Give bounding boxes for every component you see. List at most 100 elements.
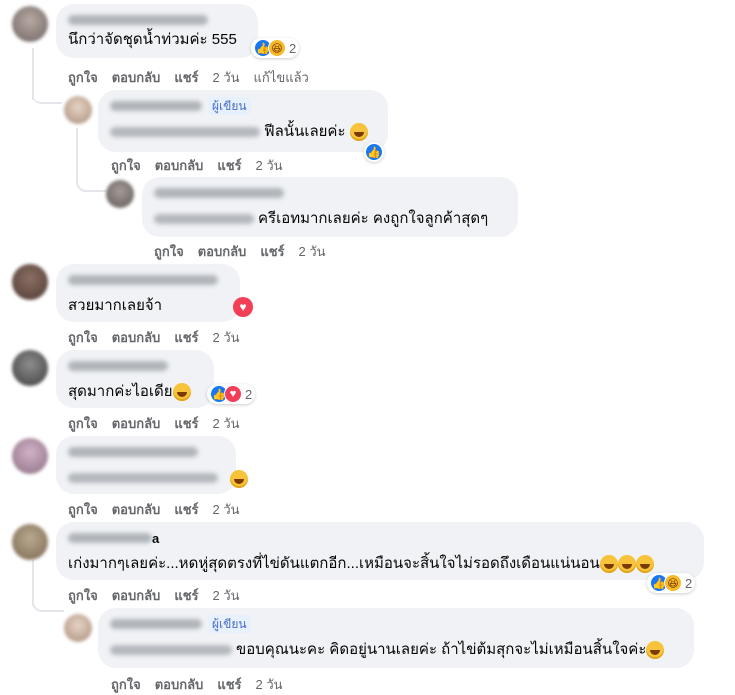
edited-label[interactable]: แก้ไขแล้ว: [254, 67, 309, 88]
mention-tag[interactable]: [110, 645, 232, 656]
like-button[interactable]: ถูกใจ: [111, 155, 141, 176]
joy-emoji-icon: [172, 383, 191, 402]
author-badge: ผู้เขียน: [208, 615, 251, 633]
commenter-name[interactable]: [110, 619, 202, 629]
thread-connector: [32, 80, 62, 104]
share-button[interactable]: แชร์: [174, 499, 198, 520]
reaction-count: 2: [245, 386, 253, 402]
comment-actions: ถูกใจ ตอบกลับ แชร์ 2 วัน: [68, 585, 240, 606]
avatar[interactable]: [106, 180, 134, 208]
commenter-name[interactable]: [68, 275, 218, 285]
timestamp[interactable]: 2 วัน: [213, 67, 240, 88]
reaction-summary[interactable]: 👍 😆 2: [251, 38, 300, 58]
like-button[interactable]: ถูกใจ: [111, 674, 141, 695]
timestamp[interactable]: 2 วัน: [213, 585, 240, 606]
timestamp[interactable]: 2 วัน: [299, 241, 326, 262]
grin-emoji-icon: [599, 555, 618, 574]
like-button[interactable]: ถูกใจ: [68, 585, 98, 606]
reply-button[interactable]: ตอบกลับ: [155, 155, 204, 176]
reaction-count: 2: [289, 40, 297, 56]
avatar[interactable]: [64, 614, 92, 642]
haha-reaction-icon: 😆: [664, 574, 682, 592]
reply-button[interactable]: ตอบกลับ: [112, 67, 161, 88]
like-button[interactable]: ถูกใจ: [68, 499, 98, 520]
like-button[interactable]: ถูกใจ: [68, 413, 98, 434]
avatar[interactable]: [64, 96, 92, 124]
thread-connector: [32, 590, 64, 612]
comment-text: เก่งมากๆเลยค่ะ...หดหู่สุดตรงที่ไข่ดันแตก…: [68, 555, 600, 572]
author-badge: ผู้เขียน: [208, 97, 251, 115]
mention-tag[interactable]: [110, 127, 260, 138]
reply-button[interactable]: ตอบกลับ: [112, 499, 161, 520]
timestamp[interactable]: 2 วัน: [213, 413, 240, 434]
commenter-name[interactable]: [68, 15, 208, 25]
comment-bubble: สุดมากค่ะไอเดีย: [56, 350, 214, 408]
comment-actions: ถูกใจ ตอบกลับ แชร์ 2 วัน: [68, 327, 240, 348]
timestamp[interactable]: 2 วัน: [213, 327, 240, 348]
comment-actions: ถูกใจ ตอบกลับ แชร์ 2 วัน: [111, 674, 283, 695]
share-button[interactable]: แชร์: [217, 674, 241, 695]
reply-button[interactable]: ตอบกลับ: [112, 585, 161, 606]
share-button[interactable]: แชร์: [217, 155, 241, 176]
commenter-name-suffix: a: [152, 530, 160, 546]
love-reaction-icon: ♥: [224, 385, 242, 403]
timestamp[interactable]: 2 วัน: [256, 674, 283, 695]
grin-emoji-icon: [635, 555, 654, 574]
comment-bubble: [56, 436, 236, 494]
comment-text: ฟีลนั้นเลยค่ะ: [264, 123, 346, 140]
mention-tag[interactable]: [154, 214, 254, 225]
commenter-name[interactable]: [68, 533, 152, 543]
share-button[interactable]: แชร์: [260, 241, 284, 262]
like-button[interactable]: ถูกใจ: [68, 67, 98, 88]
comment-bubble: นึกว่าจัดชุดน้ำท่วมค่ะ 555: [56, 4, 258, 58]
rofl-emoji-icon: [349, 123, 368, 142]
thread-connector: [76, 168, 106, 192]
reply-button[interactable]: ตอบกลับ: [112, 413, 161, 434]
heart-emoji-icon: ♥: [233, 297, 253, 317]
share-button[interactable]: แชร์: [174, 327, 198, 348]
avatar[interactable]: [12, 6, 48, 42]
reaction-summary[interactable]: 👍: [364, 142, 384, 162]
avatar[interactable]: [12, 438, 48, 474]
reaction-count: 2: [685, 575, 693, 591]
comment-text: สวยมากเลยจ้า: [68, 297, 163, 314]
comment-text: ขอบคุณนะคะ คิดอยู่นานเลยค่ะ ถ้าไข่ต้มสุก…: [236, 641, 647, 658]
reply-button[interactable]: ตอบกลับ: [198, 241, 247, 262]
share-button[interactable]: แชร์: [174, 413, 198, 434]
haha-reaction-icon: 😆: [268, 39, 286, 57]
like-button[interactable]: ถูกใจ: [68, 327, 98, 348]
commenter-name[interactable]: [110, 101, 202, 111]
comment-bubble: ผู้เขียน ฟีลนั้นเลยค่ะ: [98, 90, 388, 152]
comment-bubble: a เก่งมากๆเลยค่ะ...หดหู่สุดตรงที่ไข่ดันแ…: [56, 522, 704, 580]
reaction-summary[interactable]: 👍 😆 2: [647, 573, 696, 593]
comment-actions: ถูกใจ ตอบกลับ แชร์ 2 วัน แก้ไขแล้ว: [68, 67, 309, 88]
commenter-name[interactable]: [154, 188, 284, 198]
comment-text: นึกว่าจัดชุดน้ำท่วมค่ะ 555: [68, 31, 237, 48]
commenter-name[interactable]: [68, 447, 198, 457]
grin-emoji-icon: [617, 555, 636, 574]
avatar[interactable]: [12, 524, 48, 560]
comment-actions: ถูกใจ ตอบกลับ แชร์ 2 วัน: [111, 155, 283, 176]
share-button[interactable]: แชร์: [174, 67, 198, 88]
timestamp[interactable]: 2 วัน: [256, 155, 283, 176]
like-button[interactable]: ถูกใจ: [154, 241, 184, 262]
share-button[interactable]: แชร์: [174, 585, 198, 606]
avatar[interactable]: [12, 264, 48, 300]
reaction-summary[interactable]: 👍 ♥ 2: [207, 384, 256, 404]
like-reaction-icon: 👍: [365, 143, 383, 161]
timestamp[interactable]: 2 วัน: [213, 499, 240, 520]
comment-text: ครีเอทมากเลยค่ะ คงถูกใจลูกค้าสุดๆ: [258, 210, 489, 227]
comment-actions: ถูกใจ ตอบกลับ แชร์ 2 วัน: [68, 499, 240, 520]
comment-bubble: ครีเอทมากเลยค่ะ คงถูกใจลูกค้าสุดๆ: [142, 177, 518, 237]
commenter-name[interactable]: [68, 361, 168, 371]
laughing-emoji-icon: [646, 641, 665, 660]
avatar[interactable]: [12, 350, 48, 386]
comment-bubble: สวยมากเลยจ้า: [56, 264, 240, 322]
comment-actions: ถูกใจ ตอบกลับ แชร์ 2 วัน: [154, 241, 326, 262]
comment-actions: ถูกใจ ตอบกลับ แชร์ 2 วัน: [68, 413, 240, 434]
reply-button[interactable]: ตอบกลับ: [155, 674, 204, 695]
reply-button[interactable]: ตอบกลับ: [112, 327, 161, 348]
comment-text: สุดมากค่ะไอเดีย: [68, 383, 173, 400]
laughing-emoji-icon: [230, 470, 248, 488]
blurred-mention[interactable]: [68, 473, 218, 484]
